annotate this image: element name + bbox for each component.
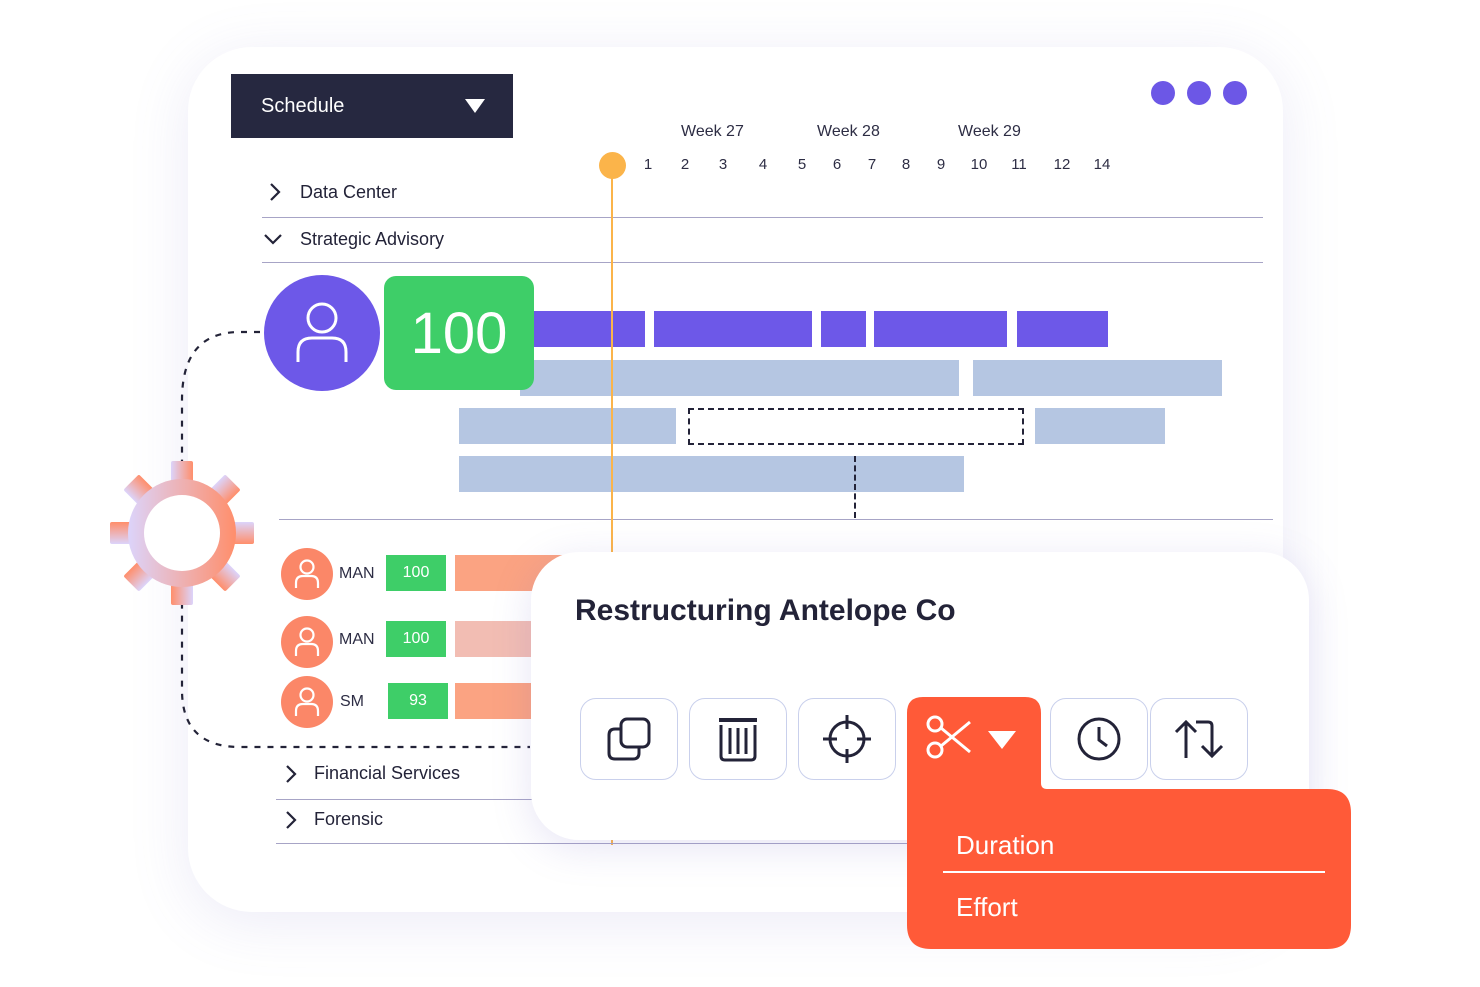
task-bar[interactable] bbox=[821, 311, 866, 347]
chevron-right-icon[interactable] bbox=[282, 811, 300, 829]
task-bar[interactable] bbox=[459, 456, 964, 492]
chevron-down-icon[interactable] bbox=[264, 230, 282, 248]
schedule-label: Schedule bbox=[261, 94, 345, 117]
locate-button[interactable] bbox=[798, 698, 896, 780]
caret-down-icon bbox=[465, 99, 485, 113]
dependency-line bbox=[854, 456, 856, 518]
scissors-icon bbox=[926, 715, 971, 759]
week-label: Week 27 bbox=[681, 123, 744, 140]
menu-dot[interactable] bbox=[1223, 81, 1247, 105]
divider bbox=[262, 262, 1263, 263]
task-bar[interactable] bbox=[520, 360, 959, 396]
resource-role: MAN bbox=[339, 565, 375, 582]
user-icon bbox=[294, 559, 320, 588]
target-icon bbox=[823, 715, 871, 763]
gear-icon bbox=[110, 461, 254, 605]
day-label: 10 bbox=[970, 156, 988, 173]
group-forensic[interactable]: Forensic bbox=[314, 809, 383, 830]
divider bbox=[262, 217, 1263, 218]
allocation-bar[interactable] bbox=[455, 683, 535, 719]
day-label: 1 bbox=[643, 156, 653, 173]
task-bar[interactable] bbox=[520, 311, 645, 347]
avatar[interactable] bbox=[281, 676, 333, 728]
day-label: 7 bbox=[867, 156, 877, 173]
day-label: 8 bbox=[901, 156, 911, 173]
day-label: 14 bbox=[1093, 156, 1111, 173]
delete-button[interactable] bbox=[689, 698, 787, 780]
copy-icon bbox=[607, 717, 651, 761]
avatar[interactable] bbox=[264, 275, 380, 391]
day-label: 9 bbox=[936, 156, 946, 173]
group-data-center[interactable]: Data Center bbox=[300, 182, 397, 203]
day-label: 4 bbox=[758, 156, 768, 173]
day-label: 3 bbox=[718, 156, 728, 173]
task-bar[interactable] bbox=[459, 408, 676, 444]
copy-button[interactable] bbox=[580, 698, 678, 780]
allocation-bar[interactable] bbox=[455, 621, 535, 657]
day-label: 5 bbox=[797, 156, 807, 173]
split-button[interactable] bbox=[924, 712, 974, 762]
user-icon bbox=[294, 627, 320, 656]
day-label: 12 bbox=[1053, 156, 1071, 173]
avatar[interactable] bbox=[281, 548, 333, 600]
day-label: 2 bbox=[680, 156, 690, 173]
menu-dot[interactable] bbox=[1187, 81, 1211, 105]
group-strategic-advisory[interactable]: Strategic Advisory bbox=[300, 229, 444, 250]
avatar[interactable] bbox=[281, 616, 333, 668]
score-badge: 100 bbox=[384, 276, 534, 390]
task-bar[interactable] bbox=[874, 311, 1007, 347]
resource-score: 100 bbox=[386, 621, 446, 657]
user-icon bbox=[296, 302, 348, 362]
chevron-right-icon[interactable] bbox=[282, 765, 300, 783]
week-label: Week 28 bbox=[817, 123, 880, 140]
menu-item-duration[interactable]: Duration bbox=[956, 830, 1054, 861]
task-bar[interactable] bbox=[1017, 311, 1108, 347]
menu-item-effort[interactable]: Effort bbox=[956, 892, 1018, 923]
user-icon bbox=[294, 687, 320, 716]
resource-role: SM bbox=[340, 693, 364, 710]
schedule-dropdown[interactable]: Schedule bbox=[231, 74, 513, 138]
task-bar[interactable] bbox=[654, 311, 812, 347]
resource-score: 100 bbox=[386, 555, 446, 591]
divider bbox=[279, 519, 1273, 520]
group-financial-services[interactable]: Financial Services bbox=[314, 763, 460, 784]
day-label: 6 bbox=[832, 156, 842, 173]
resource-role: MAN bbox=[339, 631, 375, 648]
week-label: Week 29 bbox=[958, 123, 1021, 140]
resource-score: 93 bbox=[388, 683, 448, 719]
task-bar[interactable] bbox=[973, 360, 1222, 396]
task-bar[interactable] bbox=[1035, 408, 1165, 444]
caret-down-icon[interactable] bbox=[988, 731, 1016, 749]
today-marker-handle[interactable] bbox=[599, 152, 626, 179]
delete-icon bbox=[719, 718, 757, 762]
popup-title: Restructuring Antelope Co bbox=[575, 594, 956, 627]
menu-dot[interactable] bbox=[1151, 81, 1175, 105]
drop-placeholder[interactable] bbox=[688, 408, 1024, 445]
divider bbox=[276, 843, 916, 844]
chevron-right-icon[interactable] bbox=[266, 183, 284, 201]
day-label: 11 bbox=[1011, 156, 1027, 173]
